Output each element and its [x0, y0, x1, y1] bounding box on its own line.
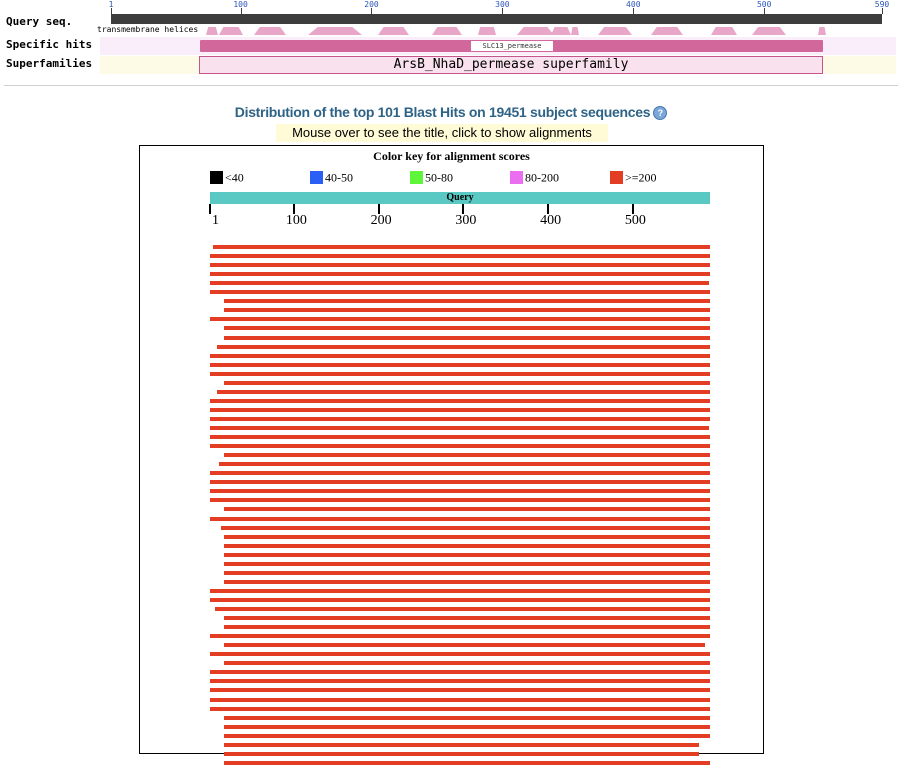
blast-hit-bar[interactable] [210, 489, 710, 494]
blast-hit-bar[interactable] [224, 715, 710, 720]
blast-hit-bar[interactable] [210, 426, 710, 430]
blast-hit-bar[interactable] [210, 317, 710, 322]
help-icon[interactable]: ? [653, 106, 668, 121]
query-sequence-bar [111, 14, 882, 24]
blast-hit-bar[interactable] [210, 435, 710, 440]
ruler-tick-label: 100 [233, 0, 248, 9]
blast-hit-bar[interactable] [224, 561, 710, 566]
blast-hit-bar[interactable] [210, 634, 710, 639]
transmembrane-helix [711, 27, 737, 35]
transmembrane-helix [752, 27, 786, 35]
blast-hit-bar[interactable] [224, 579, 710, 584]
transmembrane-helix [206, 27, 218, 35]
blast-hit-bar[interactable] [224, 326, 710, 331]
distribution-title-text: Distribution of the top 101 Blast Hits o… [234, 104, 651, 120]
blast-hit-bar[interactable] [210, 652, 710, 657]
blast-hit-bar[interactable] [224, 751, 699, 756]
transmembrane-helix [571, 27, 579, 35]
blast-hit-bar[interactable] [224, 643, 705, 648]
blast-hit-bar[interactable] [224, 552, 710, 557]
blast-hit-bar[interactable] [210, 416, 710, 421]
blast-hit-bar[interactable] [215, 607, 710, 611]
blast-hit-bar[interactable] [210, 516, 710, 521]
blast-hit-bar[interactable] [210, 471, 710, 476]
blast-hit-bar[interactable] [210, 679, 710, 684]
blast-hit-bar[interactable] [224, 742, 699, 747]
blast-hit-bar[interactable] [224, 733, 710, 738]
transmembrane-helix [432, 27, 462, 35]
blast-hit-bar[interactable] [210, 597, 710, 602]
blast-hit-bar[interactable] [210, 688, 710, 693]
blast-hit-bar[interactable] [210, 407, 710, 412]
blast-hit-bar[interactable] [224, 543, 710, 548]
distribution-title: Distribution of the top 101 Blast Hits o… [0, 104, 902, 121]
superfamilies-label: Superfamilies [6, 57, 93, 70]
transmembrane-helix [551, 27, 571, 35]
conserved-domains-graphic: Query seq. Specific hits Superfamilies 1… [0, 0, 902, 80]
blast-hit-bar[interactable] [210, 263, 710, 268]
transmembrane-helix [378, 27, 409, 35]
ruler-tick-label: 590 [874, 0, 890, 9]
ruler-tick-label: 200 [364, 0, 379, 9]
superfamily-hit-arsb-nhad[interactable]: ArsB_NhaD_permease superfamily [199, 56, 823, 74]
blast-hit-bar[interactable] [224, 507, 710, 512]
ruler-tick-label: 400 [626, 0, 641, 9]
blast-hit-bar[interactable] [210, 281, 710, 286]
blast-hit-bar[interactable] [224, 380, 710, 385]
blast-hit-bar[interactable] [210, 398, 710, 403]
blast-hit-bar[interactable] [210, 444, 710, 449]
blast-hit-bar[interactable] [219, 462, 710, 467]
blast-hit-bar[interactable] [213, 245, 710, 249]
blast-hit-bar[interactable] [224, 335, 710, 340]
blast-hit-bar[interactable] [224, 661, 710, 666]
blast-hit-bar[interactable] [210, 290, 710, 295]
blast-hits-graphic: Color key for alignment scores <40 40-50… [139, 145, 764, 765]
blast-hit-bar[interactable] [210, 588, 710, 593]
transmembrane-helices-label: transmembrane helices [97, 25, 199, 34]
ruler-tick-label: 1 [108, 0, 114, 9]
blast-hit-bar[interactable] [210, 697, 710, 702]
specific-hits-label: Specific hits [6, 38, 93, 51]
transmembrane-helix [818, 27, 826, 35]
specific-hit-label: SLC13_permease [471, 41, 553, 51]
transmembrane-helix [598, 27, 632, 35]
blast-hit-bar[interactable] [224, 760, 710, 765]
blast-hit-bars [140, 146, 763, 765]
blast-hit-bar[interactable] [224, 570, 710, 575]
blast-hit-bar[interactable] [210, 272, 710, 277]
blast-hit-bar[interactable] [210, 254, 710, 259]
blast-hit-bar[interactable] [210, 362, 710, 367]
blast-hit-bar[interactable] [210, 670, 710, 675]
query-seq-label: Query seq. [6, 15, 73, 28]
mouse-over-hint: Mouse over to see the title, click to sh… [276, 124, 608, 142]
blast-hit-bar[interactable] [210, 480, 710, 485]
blast-hit-bar[interactable] [224, 534, 710, 539]
blast-hit-bar[interactable] [224, 308, 710, 313]
transmembrane-helix [219, 27, 243, 35]
blast-hit-bar[interactable] [216, 389, 710, 394]
blast-hit-bar[interactable] [210, 353, 710, 358]
blast-hit-bar[interactable] [224, 453, 710, 458]
blast-hit-bar[interactable] [224, 625, 710, 630]
blast-hit-bar[interactable] [210, 706, 710, 711]
blast-hit-bar[interactable] [224, 616, 710, 621]
blast-hit-bar[interactable] [210, 498, 710, 503]
blast-hit-bar[interactable] [221, 525, 710, 530]
transmembrane-helix [517, 27, 554, 35]
blast-hit-bar[interactable] [224, 724, 710, 729]
ruler-tick-label: 300 [495, 0, 510, 9]
transmembrane-helix [308, 27, 362, 35]
section-divider [4, 85, 898, 86]
blast-hit-bar[interactable] [216, 344, 710, 349]
blast-hit-bar[interactable] [210, 371, 710, 376]
transmembrane-helix [651, 27, 683, 35]
ruler-tick-label: 500 [756, 0, 772, 9]
transmembrane-helix [254, 27, 286, 35]
blast-hit-bar[interactable] [224, 299, 710, 304]
superfamily-hit-label: ArsB_NhaD_permease superfamily [393, 57, 629, 72]
